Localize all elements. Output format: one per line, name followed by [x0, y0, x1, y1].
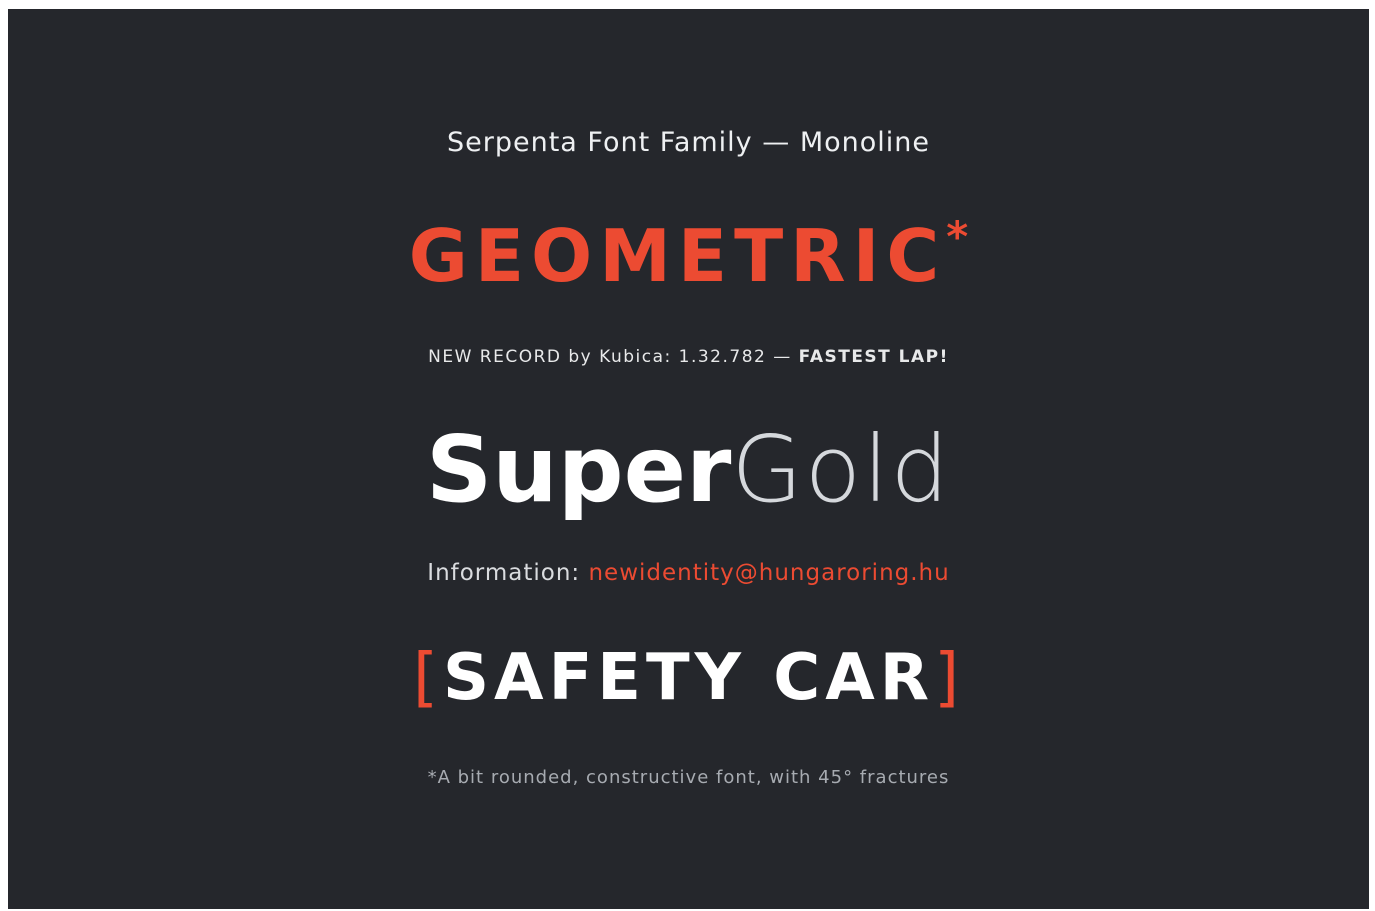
information-line: Information: newidentity@hungaroring.hu: [8, 560, 1369, 586]
open-bracket: [: [412, 641, 443, 715]
safety-car-badge: [SAFETY CAR]: [8, 641, 1369, 715]
geometric-headline: GEOMETRIC*: [8, 212, 1369, 298]
record-line: NEW RECORD by Kubica: 1.32.782 — FASTEST…: [8, 347, 1369, 367]
supergold-wordmark: SuperGold: [8, 415, 1369, 525]
geometric-word: GEOMETRIC: [408, 214, 947, 298]
super-word: Super: [426, 416, 732, 523]
footnote: *A bit rounded, constructive font, with …: [427, 767, 950, 788]
email-link[interactable]: newidentity@hungaroring.hu: [588, 560, 949, 586]
information-label: Information:: [427, 560, 589, 586]
close-bracket: ]: [934, 641, 965, 715]
fastest-lap-text: FASTEST LAP!: [798, 347, 949, 367]
safety-car-text: SAFETY CAR: [442, 641, 935, 715]
asterisk-mark: *: [946, 212, 969, 261]
font-poster: Serpenta Font Family — Monoline GEOMETRI…: [8, 9, 1369, 909]
font-family-subtitle: Serpenta Font Family — Monoline: [446, 127, 930, 158]
record-text: NEW RECORD by Kubica: 1.32.782 —: [428, 347, 799, 367]
gold-word: Gold: [731, 416, 951, 523]
